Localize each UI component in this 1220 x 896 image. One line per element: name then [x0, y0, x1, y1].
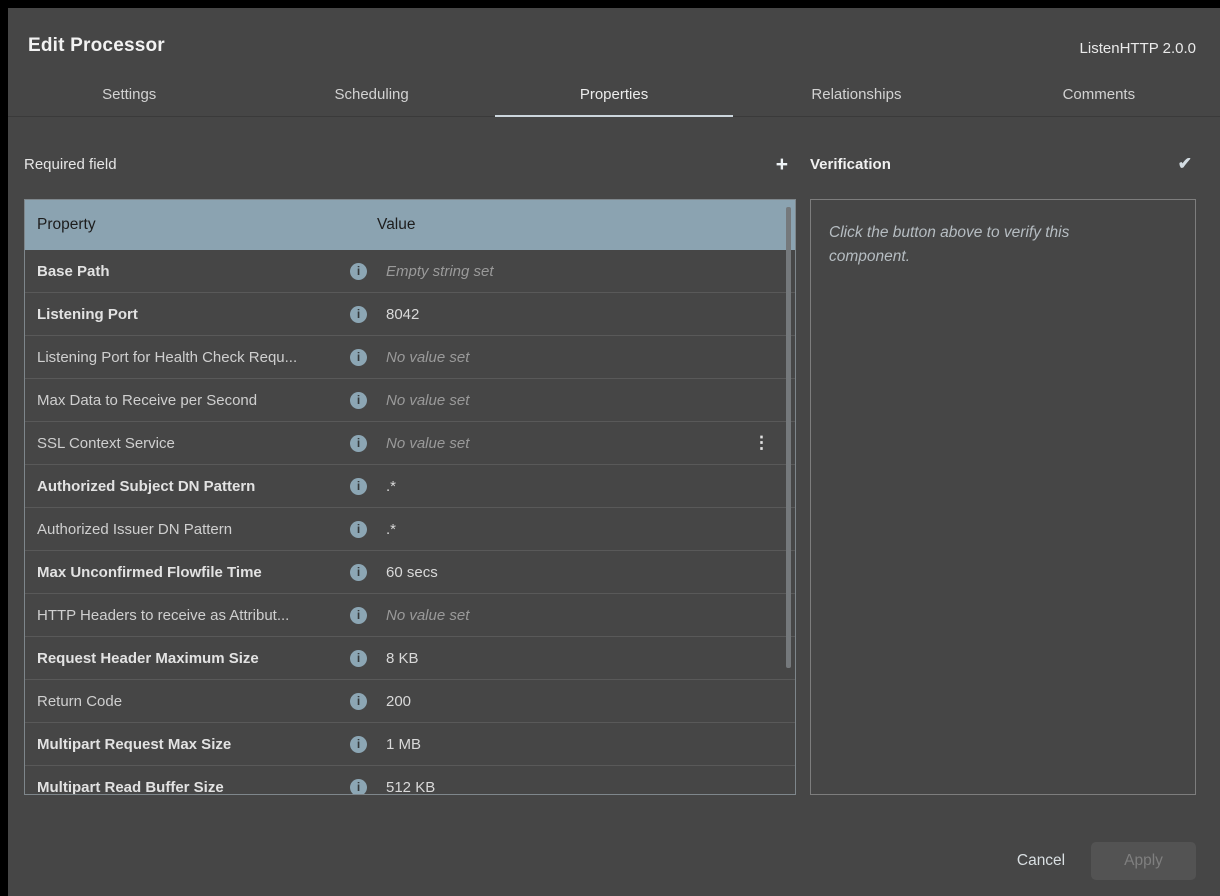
- verification-label: Verification: [810, 156, 891, 173]
- property-value[interactable]: Empty string set: [367, 263, 795, 280]
- info-icon[interactable]: i: [350, 349, 367, 366]
- cancel-button[interactable]: Cancel: [1006, 842, 1076, 880]
- tab-label: Comments: [1063, 86, 1136, 103]
- table-row[interactable]: Listening Port for Health Check Requ... …: [25, 336, 795, 379]
- property-value[interactable]: 512 KB: [367, 779, 795, 796]
- tab-label: Properties: [580, 86, 648, 103]
- info-icon[interactable]: i: [350, 736, 367, 753]
- property-name: Multipart Request Max Size: [25, 736, 342, 753]
- property-value[interactable]: No value set: [367, 435, 753, 452]
- column-header-property: Property: [25, 216, 377, 234]
- active-tab-underline: [495, 115, 733, 117]
- info-icon[interactable]: i: [350, 693, 367, 710]
- property-value[interactable]: No value set: [367, 392, 795, 409]
- property-name: Multipart Read Buffer Size: [25, 779, 342, 796]
- property-value[interactable]: 8 KB: [367, 650, 795, 667]
- property-name: Listening Port for Health Check Requ...: [25, 349, 342, 366]
- tab-label: Relationships: [811, 86, 901, 103]
- kebab-menu-icon[interactable]: ⋮: [753, 433, 769, 453]
- info-icon[interactable]: i: [350, 779, 367, 796]
- dialog-title: Edit Processor: [28, 35, 165, 57]
- property-value[interactable]: 8042: [367, 306, 795, 323]
- info-icon[interactable]: i: [350, 435, 367, 452]
- table-row[interactable]: Authorized Issuer DN Pattern i .* ⋮: [25, 508, 795, 551]
- info-icon[interactable]: i: [350, 478, 367, 495]
- property-value[interactable]: No value set: [367, 349, 795, 366]
- apply-button[interactable]: Apply: [1091, 842, 1196, 880]
- tab-settings[interactable]: Settings: [8, 72, 250, 116]
- table-row[interactable]: SSL Context Service i No value set ⋮: [25, 422, 795, 465]
- property-name: Authorized Subject DN Pattern: [25, 478, 342, 495]
- table-row[interactable]: Listening Port i 8042 ⋮: [25, 293, 795, 336]
- column-header-value: Value: [377, 216, 416, 234]
- table-row[interactable]: Authorized Subject DN Pattern i .* ⋮: [25, 465, 795, 508]
- property-name: Authorized Issuer DN Pattern: [25, 521, 342, 538]
- tab-relationships[interactable]: Relationships: [735, 72, 977, 116]
- table-row[interactable]: Return Code i 200 ⋮: [25, 680, 795, 723]
- tab-label: Scheduling: [334, 86, 408, 103]
- info-icon[interactable]: i: [350, 564, 367, 581]
- property-value[interactable]: .*: [367, 521, 795, 538]
- property-name: Max Data to Receive per Second: [25, 392, 342, 409]
- table-row[interactable]: Base Path i Empty string set ⋮: [25, 250, 795, 293]
- tab-properties[interactable]: Properties: [493, 72, 735, 116]
- property-name: Return Code: [25, 693, 342, 710]
- info-icon[interactable]: i: [350, 306, 367, 323]
- info-icon[interactable]: i: [350, 392, 367, 409]
- table-row[interactable]: Max Unconfirmed Flowfile Time i 60 secs …: [25, 551, 795, 594]
- properties-table: Property Value Base Path i Empty string …: [24, 199, 796, 795]
- tab-label: Settings: [102, 86, 156, 103]
- property-name: HTTP Headers to receive as Attribut...: [25, 607, 342, 624]
- property-value[interactable]: .*: [367, 478, 795, 495]
- info-icon[interactable]: i: [350, 650, 367, 667]
- table-row[interactable]: Multipart Read Buffer Size i 512 KB ⋮: [25, 766, 795, 795]
- table-row[interactable]: Multipart Request Max Size i 1 MB ⋮: [25, 723, 795, 766]
- tab-scheduling[interactable]: Scheduling: [250, 72, 492, 116]
- table-row[interactable]: HTTP Headers to receive as Attribut... i…: [25, 594, 795, 637]
- property-name: Base Path: [25, 263, 342, 280]
- property-value[interactable]: 60 secs: [367, 564, 795, 581]
- verification-panel: Click the button above to verify this co…: [810, 199, 1196, 795]
- verify-check-icon[interactable]: ✔: [1174, 154, 1196, 174]
- verification-message: Click the button above to verify this co…: [829, 221, 1134, 269]
- info-icon[interactable]: i: [350, 607, 367, 624]
- table-header-row: Property Value: [25, 200, 795, 250]
- property-value[interactable]: 200: [367, 693, 795, 710]
- tab-bar: Settings Scheduling Properties Relationship…: [8, 72, 1220, 117]
- tab-comments[interactable]: Comments: [978, 72, 1220, 116]
- property-value[interactable]: No value set: [367, 607, 795, 624]
- table-row[interactable]: Request Header Maximum Size i 8 KB ⋮: [25, 637, 795, 680]
- edit-processor-dialog: Edit Processor ListenHTTP 2.0.0 Settings…: [8, 8, 1220, 896]
- processor-version: ListenHTTP 2.0.0: [1080, 40, 1196, 57]
- verification-section-header: Verification ✔: [810, 144, 1196, 184]
- table-body: Base Path i Empty string set ⋮ Listening…: [25, 250, 795, 795]
- property-name: Max Unconfirmed Flowfile Time: [25, 564, 342, 581]
- info-icon[interactable]: i: [350, 521, 367, 538]
- properties-section-header: Required field +: [24, 144, 796, 184]
- table-row[interactable]: Max Data to Receive per Second i No valu…: [25, 379, 795, 422]
- required-field-label: Required field: [24, 156, 117, 173]
- property-value[interactable]: 1 MB: [367, 736, 795, 753]
- property-name: Request Header Maximum Size: [25, 650, 342, 667]
- property-name: Listening Port: [25, 306, 342, 323]
- add-property-icon[interactable]: +: [768, 154, 796, 175]
- info-icon[interactable]: i: [350, 263, 367, 280]
- table-scrollbar-thumb[interactable]: [786, 207, 791, 668]
- property-name: SSL Context Service: [25, 435, 342, 452]
